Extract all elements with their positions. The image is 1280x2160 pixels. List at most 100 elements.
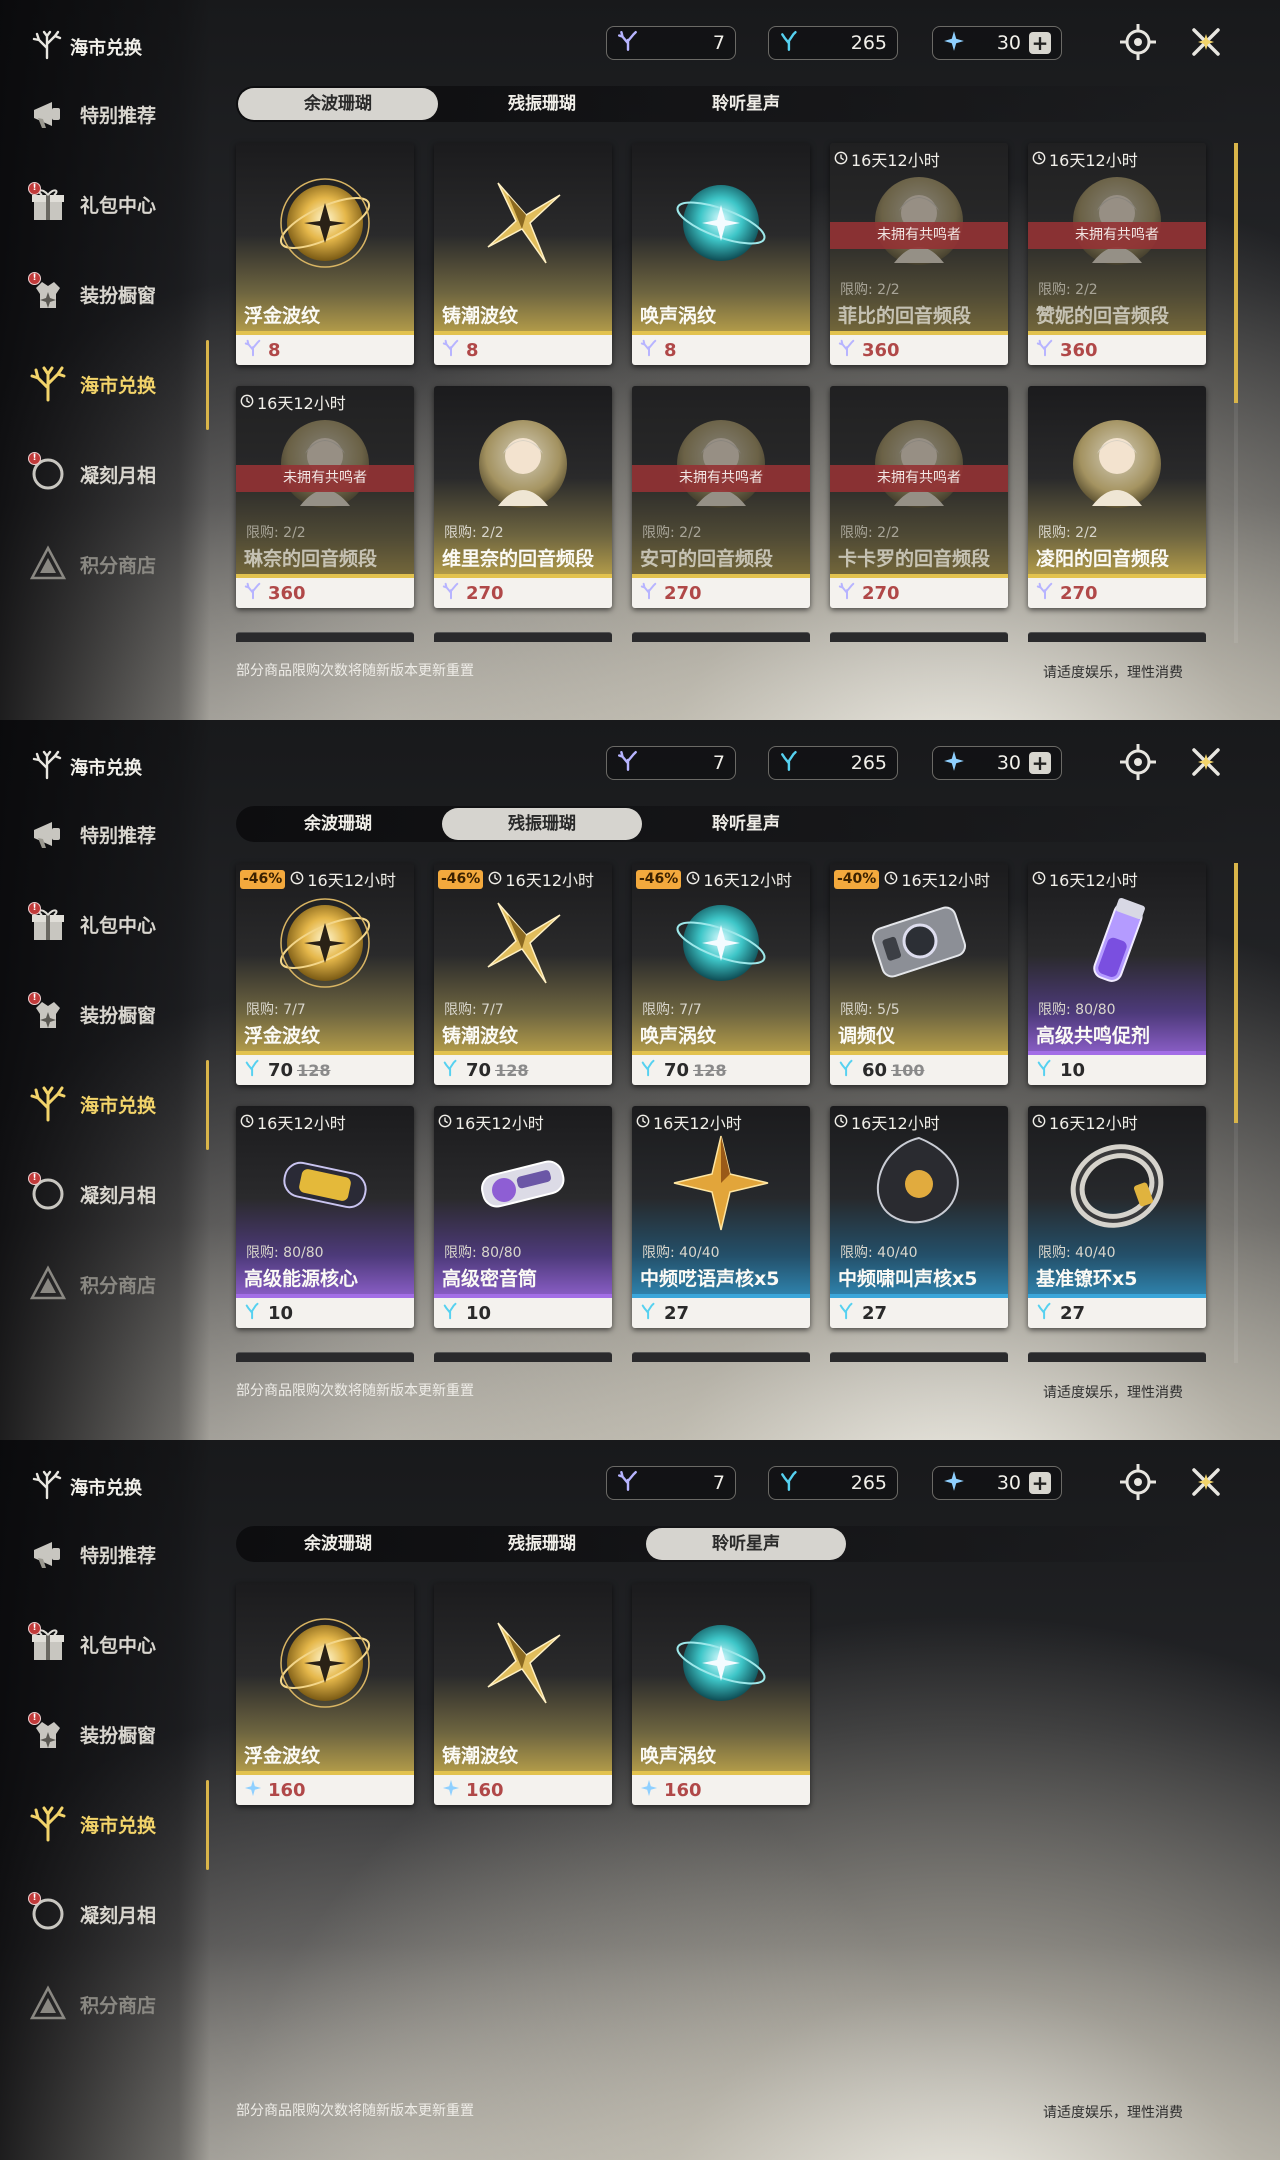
sidebar-item-4[interactable]: 海市兑换 <box>28 1798 208 1850</box>
notification-badge: ! <box>28 272 41 285</box>
portrait-icon <box>281 420 369 508</box>
price-row: 10 <box>1028 1055 1206 1085</box>
target-settings-icon[interactable] <box>1118 22 1158 62</box>
item-name: 浮金波纹 <box>244 1025 321 1047</box>
tab-1[interactable]: 余波珊瑚 <box>238 88 438 120</box>
item-name: 基准镣环x5 <box>1036 1268 1138 1290</box>
item-name: 中频呓语声核x5 <box>640 1268 780 1290</box>
target-settings-icon[interactable] <box>1118 742 1158 782</box>
tab-1[interactable]: 余波珊瑚 <box>238 808 438 840</box>
sidebar-item-2[interactable]: ! 礼包中心 <box>28 178 208 230</box>
clock-icon <box>884 870 898 889</box>
price-row: 360 <box>236 578 414 608</box>
price-value: 270 <box>1060 582 1098 604</box>
scrollbar-thumb[interactable] <box>1234 863 1238 1123</box>
shop-item-card[interactable]: 唤声涡纹 160 <box>632 1583 810 1805</box>
shop-item-card[interactable]: 16天12小时 限购: 80/80 高级共鸣促剂 10 <box>1028 863 1206 1085</box>
add-currency-button[interactable]: + <box>1029 752 1051 774</box>
sidebar-item-6[interactable]: 积分商店 <box>28 1258 208 1310</box>
sidebar-item-label: 海市兑换 <box>80 1814 157 1837</box>
shop-item-card[interactable]: 限购: 2/2 凌阳的回音频段 270 <box>1028 386 1206 608</box>
add-currency-button[interactable]: + <box>1029 32 1051 54</box>
shop-item-card[interactable]: -46% 16天12小时 限购: 7/7 唤声涡纹 70 128 <box>632 863 810 1085</box>
sidebar-item-1[interactable]: 特别推荐 <box>28 808 208 860</box>
sidebar-item-5[interactable]: ! 凝刻月相 <box>28 1888 208 1940</box>
tab-3[interactable]: 聆听星声 <box>646 1528 846 1560</box>
next-row-card-edge <box>830 632 1008 642</box>
shop-item-card[interactable]: 限购: 2/2 维里奈的回音频段 270 <box>434 386 612 608</box>
price-row: 27 <box>830 1298 1008 1328</box>
timer-text: 16天12小时 <box>257 394 346 413</box>
star-sound-icon <box>943 1470 965 1496</box>
sidebar-item-6[interactable]: 积分商店 <box>28 538 208 590</box>
portrait-icon <box>875 177 963 265</box>
shop-item-card[interactable]: 16天12小时 未拥有共鸣者 限购: 2/2 赞妮的回音频段 360 <box>1028 143 1206 365</box>
sidebar-item-2[interactable]: ! 礼包中心 <box>28 898 208 950</box>
tab-3[interactable]: 聆听星声 <box>646 88 846 120</box>
shop-item-card[interactable]: 16天12小时 未拥有共鸣者 限购: 2/2 琳奈的回音频段 360 <box>236 386 414 608</box>
timer-text: 16天12小时 <box>505 871 595 890</box>
currency-value: 265 <box>850 1472 887 1494</box>
sidebar-item-label: 凝刻月相 <box>80 1184 157 1207</box>
shop-item-card[interactable]: 未拥有共鸣者 限购: 2/2 卡卡罗的回音频段 270 <box>830 386 1008 608</box>
sidebar-item-label: 礼包中心 <box>80 194 157 217</box>
capsule-icon <box>283 1161 367 1209</box>
close-x-icon[interactable] <box>1186 22 1226 62</box>
shop-item-card[interactable]: 浮金波纹 8 <box>236 143 414 365</box>
outfit-icon: ! <box>28 272 68 314</box>
shop-item-card[interactable]: 未拥有共鸣者 限购: 2/2 安可的回音频段 270 <box>632 386 810 608</box>
shop-item-card[interactable]: 16天12小时 限购: 80/80 高级能源核心 10 <box>236 1106 414 1328</box>
price-row: 360 <box>830 335 1008 365</box>
sidebar-item-3[interactable]: ! 装扮橱窗 <box>28 988 208 1040</box>
sidebar-item-1[interactable]: 特别推荐 <box>28 88 208 140</box>
shop-item-card[interactable]: -40% 16天12小时 限购: 5/5 调频仪 60 100 <box>830 863 1008 1085</box>
sidebar-item-6[interactable]: 积分商店 <box>28 1978 208 2030</box>
timer-text: 16天12小时 <box>307 871 397 890</box>
shop-item-card[interactable]: 铸潮波纹 8 <box>434 143 612 365</box>
timer-row: 16天12小时 <box>240 1110 346 1134</box>
tab-3[interactable]: 聆听星声 <box>646 808 846 840</box>
shop-item-card[interactable]: 16天12小时 限购: 80/80 高级密音筒 10 <box>434 1106 612 1328</box>
sidebar-item-2[interactable]: ! 礼包中心 <box>28 1618 208 1670</box>
target-settings-icon[interactable] <box>1118 1462 1158 1502</box>
shop-item-card[interactable]: -46% 16天12小时 限购: 7/7 铸潮波纹 70 128 <box>434 863 612 1085</box>
sidebar-item-5[interactable]: ! 凝刻月相 <box>28 1168 208 1220</box>
purchase-limit: 限购: 40/40 <box>840 1245 918 1261</box>
shop-item-card[interactable]: 16天12小时 限购: 40/40 基准镣环x5 27 <box>1028 1106 1206 1328</box>
shop-item-card[interactable]: 16天12小时 限购: 40/40 中频啸叫声核x5 27 <box>830 1106 1008 1328</box>
timer-row: -46% 16天12小时 <box>240 867 396 891</box>
scrollbar-thumb[interactable] <box>1234 143 1238 403</box>
coral-branch-icon <box>28 364 68 404</box>
coral-branch-icon <box>32 750 62 784</box>
shop-item-card[interactable]: -46% 16天12小时 限购: 7/7 浮金波纹 70 128 <box>236 863 414 1085</box>
add-currency-button[interactable]: + <box>1029 1472 1051 1494</box>
sidebar-item-label: 凝刻月相 <box>80 464 157 487</box>
tab-2[interactable]: 残振珊瑚 <box>442 88 642 120</box>
sidebar-item-1[interactable]: 特别推荐 <box>28 1528 208 1580</box>
shop-item-card[interactable]: 唤声涡纹 8 <box>632 143 810 365</box>
sidebar-item-5[interactable]: ! 凝刻月相 <box>28 448 208 500</box>
price-value: 8 <box>466 339 479 361</box>
star-sound-icon <box>640 1779 658 1801</box>
close-x-icon[interactable] <box>1186 742 1226 782</box>
tab-1[interactable]: 余波珊瑚 <box>238 1528 438 1560</box>
shop-item-card[interactable]: 铸潮波纹 160 <box>434 1583 612 1805</box>
shop-item-card[interactable]: 16天12小时 限购: 40/40 中频呓语声核x5 27 <box>632 1106 810 1328</box>
coral-purple-icon <box>1036 582 1054 604</box>
sidebar-item-3[interactable]: ! 装扮橱窗 <box>28 268 208 320</box>
shop-item-card[interactable]: 浮金波纹 160 <box>236 1583 414 1805</box>
close-x-icon[interactable] <box>1186 1462 1226 1502</box>
purchase-limit: 限购: 7/7 <box>642 1002 702 1018</box>
price-value: 360 <box>268 582 306 604</box>
tab-2[interactable]: 残振珊瑚 <box>442 1528 642 1560</box>
tab-2[interactable]: 残振珊瑚 <box>442 808 642 840</box>
sidebar-item-4[interactable]: 海市兑换 <box>28 358 208 410</box>
sidebar-item-4[interactable]: 海市兑换 <box>28 1078 208 1130</box>
sidebar-item-3[interactable]: ! 装扮橱窗 <box>28 1708 208 1760</box>
shop-item-card[interactable]: 16天12小时 未拥有共鸣者 限购: 2/2 菲比的回音频段 360 <box>830 143 1008 365</box>
price-row: 8 <box>434 335 612 365</box>
price-row: 270 <box>830 578 1008 608</box>
currency-1: 7 <box>606 26 736 60</box>
sidebar-item-label: 礼包中心 <box>80 914 157 937</box>
notification-badge: ! <box>28 452 41 465</box>
